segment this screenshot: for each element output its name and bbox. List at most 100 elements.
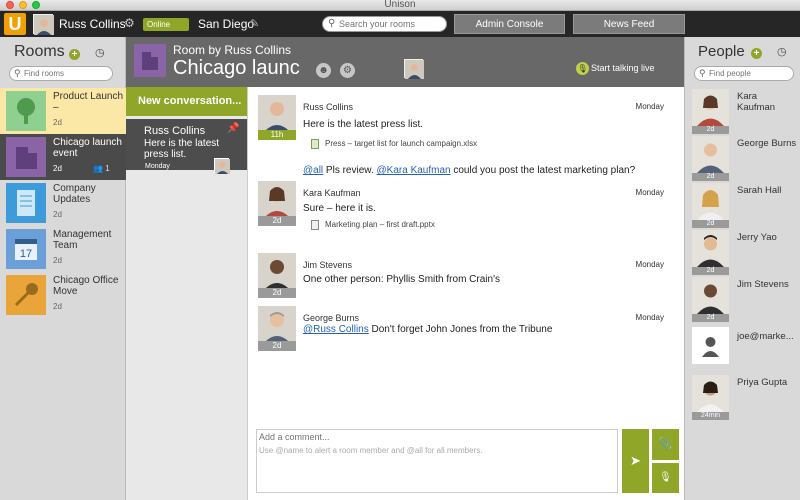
spreadsheet-icon [311,139,319,149]
conversations-column: New conversation... Russ Collins 📌 Here … [126,87,248,500]
room-header: Room by Russ Collins Chicago launch even… [126,37,684,87]
window-titlebar: Unison [0,0,800,11]
admin-console-button[interactable]: Admin Console [454,14,565,34]
conversation-day: Monday [145,163,170,170]
message-author[interactable]: Kara Kaufman [303,188,361,198]
find-people[interactable]: ⚲ [694,66,799,81]
members-count: 👥 1 [93,164,110,173]
room-time: 2d [53,118,62,127]
message-text: One other person: Phyllis Smith from Cra… [303,274,500,285]
message: 11h Russ Collins Monday Here is the late… [248,95,678,176]
person-item[interactable]: 2d Jerry Yao [685,230,800,278]
comment-composer[interactable]: Use @name to alert a room member and @al… [256,429,618,493]
pencil-icon[interactable]: ✎ [250,17,259,30]
person-placeholder-icon [692,327,729,364]
news-feed-button[interactable]: News Feed [573,14,685,34]
gear-icon[interactable]: ⚙ [340,63,355,78]
find-rooms-input[interactable] [24,68,114,79]
comment-input[interactable] [259,432,615,490]
person-avatar [692,183,729,220]
person-item[interactable]: 2d George Burns [685,136,800,184]
emoji-icon[interactable]: ☻ [316,63,331,78]
person-item[interactable]: 2d Jim Stevens [685,277,800,325]
svg-text:17: 17 [20,248,32,260]
room-item[interactable]: 17 Management Team 2d [0,226,126,272]
room-time: 2d [53,164,62,173]
gear-icon[interactable]: ⚙ [124,16,135,30]
person-item[interactable]: joe@marke... [685,327,800,375]
document-icon [6,183,46,223]
message-text: Here is the latest press list. [303,119,424,130]
message-age: 11h [258,130,296,140]
person-avatar [692,375,729,412]
rooms-heading: Rooms [14,43,65,60]
person-avatar [692,89,729,126]
message-day: Monday [635,188,664,197]
microphone-icon[interactable]: 🎙 [576,62,589,75]
person-name: Sarah Hall [737,185,782,196]
attachment-link[interactable]: Marketing plan – first draft.pptx [311,220,435,230]
message-day: Monday [635,102,664,111]
attachment-link[interactable]: Press – target list for launch campaign.… [311,139,477,149]
clock-icon[interactable]: ◷ [95,46,105,59]
room-item[interactable]: Product Launch – 2d [0,88,126,134]
person-age: 24min [692,412,729,420]
author-avatar[interactable] [258,95,296,133]
person-age: 2d [692,267,729,275]
message-text-followup: @all Pls review. @Kara Kaufman could you… [303,165,635,176]
person-name: joe@marke... [737,331,794,342]
mention-kara[interactable]: @Kara Kaufman [377,165,451,176]
add-room-icon[interactable]: + [69,49,80,60]
room-time: 2d [53,256,62,265]
user-avatar[interactable] [33,14,54,35]
user-name[interactable]: Russ Collins [59,17,126,31]
voice-button[interactable]: 🎙 [652,463,679,493]
find-rooms[interactable]: ⚲ [9,66,114,81]
people-icon: 👥 [93,164,103,173]
message: 2d Kara Kaufman Monday Sure – here it is… [248,181,678,241]
members-count-value: 1 [105,164,110,173]
room-name: Product Launch – [53,91,124,113]
pin-icon[interactable]: 📌 [227,123,239,134]
mention-all[interactable]: @all [303,165,323,176]
room-item[interactable]: Chicago launch event 2d 👥 1 [0,134,126,180]
author-avatar[interactable] [258,253,296,291]
message-author[interactable]: Jim Stevens [303,260,352,270]
message-text-part: Don't forget John Jones from the Tribune [368,324,553,335]
room-item[interactable]: Chicago Office Move 2d [0,272,126,318]
status-badge[interactable]: Online [143,18,189,31]
calendar-icon: 17 [6,229,46,269]
author-avatar[interactable] [258,306,296,344]
send-button[interactable]: ➤ [622,429,649,493]
composer-hint: Use @name to alert a room member and @al… [259,446,483,455]
message-author[interactable]: George Burns [303,313,359,323]
room-search[interactable]: ⚲ [322,16,447,32]
room-item[interactable]: Company Updates 2d [0,180,126,226]
conversation-item[interactable]: Russ Collins 📌 Here is the latest press … [126,119,247,174]
new-conversation-button[interactable]: New conversation... [126,87,247,116]
add-person-icon[interactable]: + [751,48,762,59]
message-author[interactable]: Russ Collins [303,102,353,112]
message-day: Monday [635,313,664,322]
search-input[interactable] [339,18,443,30]
find-people-input[interactable] [709,68,799,79]
message-age: 2d [258,341,296,351]
start-talking-button[interactable]: Start talking live [591,63,655,73]
unison-logo[interactable]: U [4,13,26,35]
mention-russ[interactable]: @Russ Collins [303,324,369,335]
room-time: 2d [53,302,62,311]
person-item[interactable]: 24min Priya Gupta [685,375,800,423]
conversation-preview: Here is the latest press list. [144,138,220,160]
message-age: 2d [258,216,296,226]
message: 2d Jim Stevens Monday One other person: … [248,253,678,299]
member-avatar[interactable] [404,59,424,79]
author-avatar[interactable] [258,181,296,219]
conversation-author: Russ Collins [144,125,206,137]
room-title[interactable]: Chicago launch event [173,57,301,80]
attach-button[interactable]: 📎 [652,429,679,460]
person-item[interactable]: 2d Kara Kaufman [685,89,800,137]
person-age: 2d [692,220,729,228]
clock-icon[interactable]: ◷ [777,45,787,58]
person-item[interactable]: 2d Sarah Hall [685,183,800,231]
person-name: Jerry Yao [737,232,777,243]
